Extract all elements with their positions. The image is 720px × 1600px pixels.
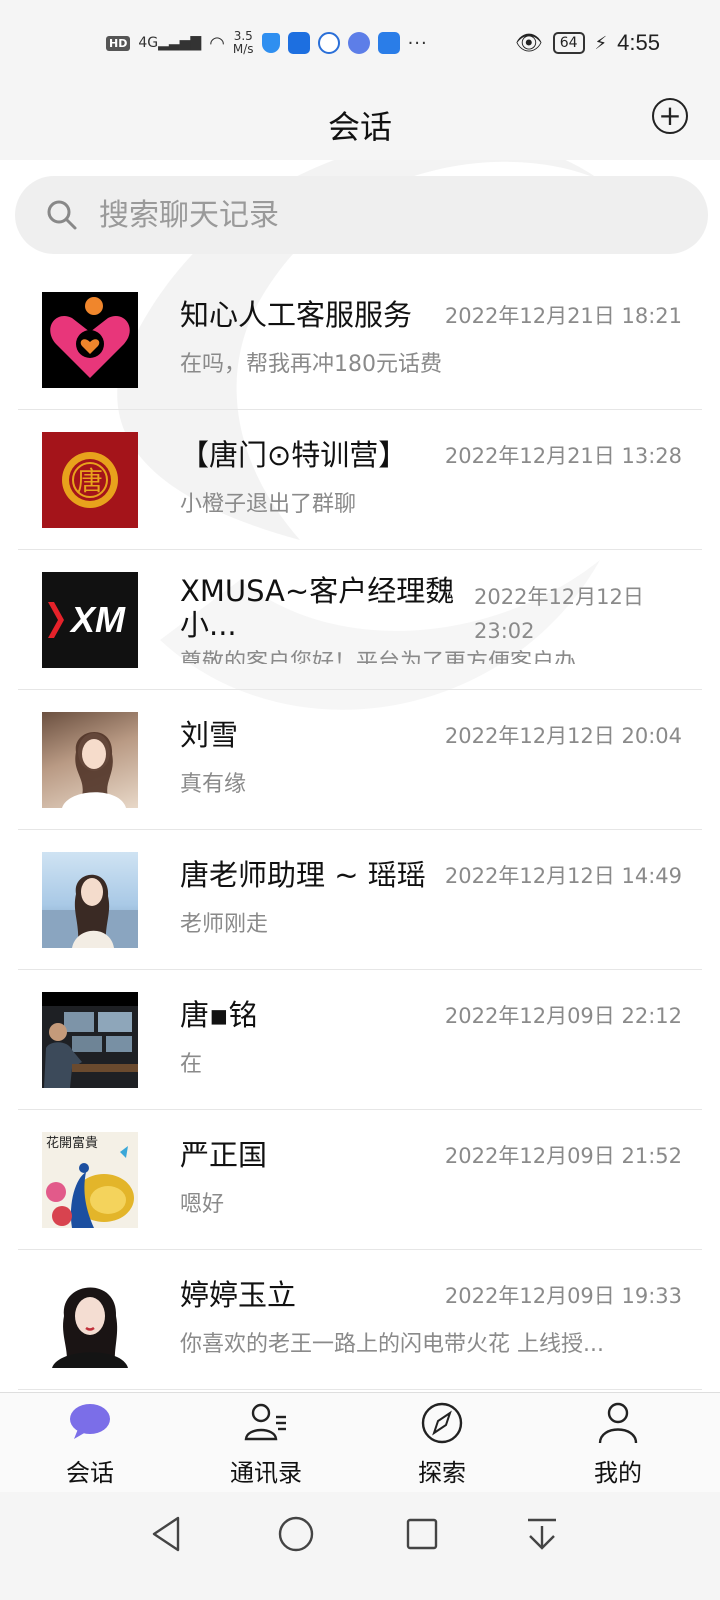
nav-item-chats[interactable]: 会话 [30, 1393, 150, 1493]
clock: 4:55 [617, 30, 660, 55]
more-notifications-icon: ··· [407, 32, 428, 54]
search-bar[interactable] [15, 176, 708, 254]
shield-app-icon [261, 33, 280, 53]
cellular-signal-icon: 4G▂▃▅▇ [138, 35, 202, 51]
wifi-icon: ◠ [209, 32, 225, 54]
battery-indicator: 64 [552, 32, 585, 54]
chat-item[interactable]: 知心人工客服服务 2022年12月21日 18:21 在吗，帮我再冲180元话费 [18, 270, 702, 410]
chat-name: 唐老师助理 ~ 瑶瑶 [180, 858, 426, 892]
chat-preview: 在吗，帮我再冲180元话费 [180, 352, 442, 377]
nav-item-contacts[interactable]: 通讯录 [206, 1393, 326, 1493]
chat-preview: 你喜欢的老王一路上的闪电带火花 上线授... [180, 1332, 604, 1357]
heart-logo-avatar [42, 292, 138, 388]
chat-name: 知心人工客服服务 [180, 298, 413, 332]
system-navigation-bar [0, 1492, 720, 1600]
search-icon [47, 200, 77, 230]
woman-portrait-avatar [42, 1272, 138, 1368]
chat-time: 2022年12月09日 19:33 [444, 1284, 682, 1308]
peacock-painting-avatar: 花開富貴 [42, 1132, 138, 1228]
chat-preview: 在 [180, 1052, 203, 1077]
nav-label: 探索 [418, 1459, 466, 1487]
chat-time: 2022年12月21日 13:28 [444, 444, 682, 468]
chat-time: 2022年12月09日 21:52 [444, 1144, 682, 1168]
recents-icon[interactable] [400, 1512, 444, 1556]
woman-photo-avatar [42, 712, 138, 808]
status-bar: HD 4G▂▃▅▇ ◠ 3.5 M/s ··· 👁 64 ⚡ 4:55 [0, 0, 720, 90]
chat-item[interactable]: 唐▪铭 2022年12月09日 22:12 在 [18, 970, 702, 1110]
chat-list: 知心人工客服服务 2022年12月21日 18:21 在吗，帮我再冲180元话费… [0, 270, 720, 1390]
chat-item[interactable]: 唐老师助理 ~ 瑶瑶 2022年12月12日 14:49 老师刚走 [18, 830, 702, 970]
clip-app-icon [377, 32, 400, 54]
chat-time: 2022年12月09日 22:12 [444, 1004, 682, 1028]
chat-name: 刘雪 [180, 718, 239, 752]
bulb-app-icon [287, 32, 310, 54]
chat-name: 【唐门⊙特训营】 [180, 438, 408, 472]
app-header: 会话 + [0, 90, 720, 160]
notification-shade-icon[interactable] [520, 1512, 564, 1556]
add-button[interactable]: + [652, 98, 688, 134]
back-icon[interactable] [146, 1512, 190, 1556]
home-icon[interactable] [274, 1512, 318, 1556]
nav-label: 我的 [594, 1459, 642, 1487]
music-app-icon [347, 32, 370, 54]
paw-app-icon [317, 32, 340, 54]
chat-preview: 嗯好 [180, 1192, 225, 1217]
xm-logo-avatar: XM [42, 572, 138, 668]
chat-time: 2022年12月12日 23:02 [474, 585, 644, 643]
woman-beach-avatar [42, 852, 138, 948]
chat-time: 2022年12月12日 14:49 [444, 864, 682, 888]
nav-label: 会话 [66, 1459, 114, 1487]
chat-preview: 真有缘 [180, 772, 247, 797]
page-title: 会话 [327, 108, 392, 146]
chat-time: 2022年12月21日 18:21 [444, 304, 682, 328]
contacts-icon [244, 1403, 286, 1441]
search-input[interactable] [99, 197, 659, 233]
chat-item[interactable]: 刘雪 2022年12月12日 20:04 真有缘 [18, 690, 702, 830]
chat-name: XMUSA~客户经理魏小... [180, 574, 455, 642]
person-icon [598, 1402, 638, 1444]
hd-indicator: HD [106, 35, 131, 51]
chat-preview: 老师刚走 [180, 912, 269, 937]
charging-icon: ⚡ [594, 32, 608, 54]
svg-text:XM: XM [69, 599, 126, 640]
chat-time: 2022年12月12日 20:04 [444, 724, 682, 748]
tang-seal-avatar: 唐 [42, 432, 138, 528]
chat-name: 严正国 [180, 1138, 268, 1172]
chat-preview: 尊敬的客户您好！平台为了更方便客户办 [180, 650, 577, 664]
svg-text:唐: 唐 [77, 467, 103, 497]
chat-item[interactable]: XM XMUSA~客户经理魏小... 2022年12月12日 23:02 尊敬的… [18, 550, 702, 690]
network-speed: 3.5 M/s [232, 29, 254, 56]
eye-comfort-icon: 👁 [514, 30, 543, 56]
compass-icon [421, 1402, 463, 1444]
chat-item[interactable]: 唐 【唐门⊙特训营】 2022年12月21日 13:28 小橙子退出了群聊 [18, 410, 702, 550]
chat-item[interactable]: 婷婷玉立 2022年12月09日 19:33 你喜欢的老王一路上的闪电带火花 上… [18, 1250, 702, 1390]
chat-item[interactable]: 花開富貴 严正国 2022年12月09日 21:52 嗯好 [18, 1110, 702, 1250]
plus-icon: + [658, 99, 682, 132]
nav-item-explore[interactable]: 探索 [382, 1393, 502, 1493]
bottom-nav: 会话 通讯录 探索 我的 [0, 1392, 720, 1492]
chat-preview: 小橙子退出了群聊 [180, 492, 357, 517]
chat-name: 唐▪铭 [180, 998, 258, 1032]
chat-name: 婷婷玉立 [180, 1278, 297, 1312]
chat-bubble-icon [70, 1404, 110, 1439]
nav-label: 通讯录 [230, 1459, 302, 1487]
trading-desk-avatar [42, 992, 138, 1088]
svg-text:花開富貴: 花開富貴 [46, 1135, 98, 1151]
nav-item-me[interactable]: 我的 [558, 1393, 678, 1493]
